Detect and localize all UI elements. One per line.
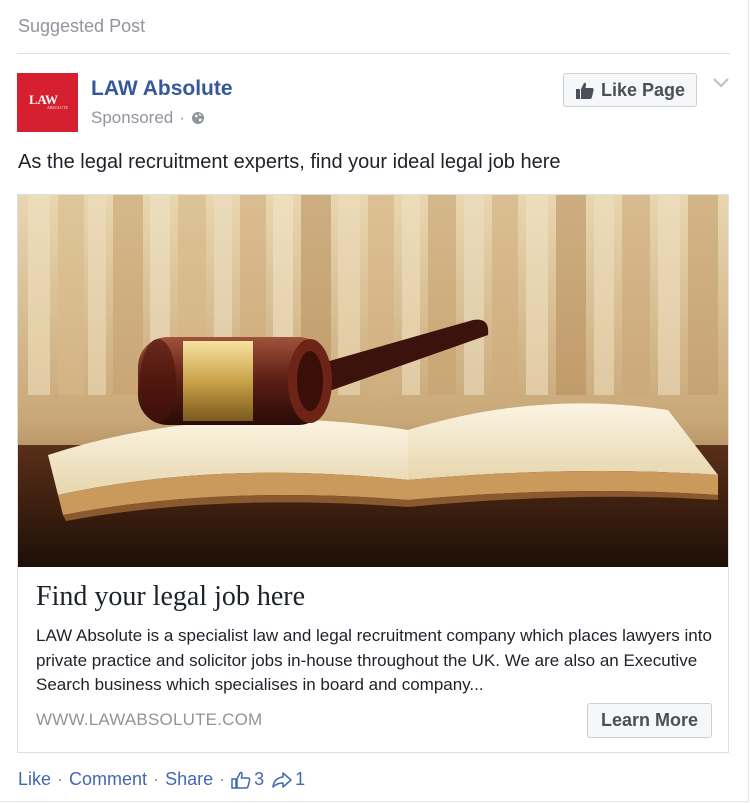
globe-icon xyxy=(191,112,204,124)
sponsored-separator: · xyxy=(179,108,185,127)
page-avatar[interactable]: LAW ABSOLUTE xyxy=(17,73,78,132)
like-count-icon xyxy=(231,771,251,789)
shares-count-link[interactable]: 1 xyxy=(272,769,305,790)
likes-count-link[interactable]: 3 xyxy=(231,769,264,790)
action-separator: · xyxy=(153,769,160,789)
logo-subtext: ABSOLUTE xyxy=(47,105,68,110)
header-divider xyxy=(17,53,730,54)
suggested-post-card: Suggested Post LAW ABSOLUTE LAW Absolute… xyxy=(0,0,749,802)
ad-headline[interactable]: Find your legal job here xyxy=(36,581,305,613)
share-action[interactable]: Share xyxy=(165,769,213,790)
ad-image[interactable] xyxy=(18,195,728,567)
gavel-book-image xyxy=(18,195,728,567)
post-text: As the legal recruitment experts, find y… xyxy=(18,151,561,173)
like-page-label: Like Page xyxy=(601,79,686,100)
action-separator: · xyxy=(57,769,64,789)
ad-attachment[interactable]: Find your legal job here LAW Absolute is… xyxy=(17,194,729,753)
comment-action[interactable]: Comment xyxy=(69,769,147,790)
sponsored-line: Sponsored · xyxy=(91,108,205,128)
chevron-down-icon[interactable] xyxy=(712,77,730,89)
sponsored-label[interactable]: Sponsored xyxy=(91,108,173,128)
likes-count: 3 xyxy=(254,769,265,789)
action-separator: · xyxy=(219,769,226,789)
learn-more-button[interactable]: Learn More xyxy=(587,703,712,738)
like-page-button[interactable]: Like Page xyxy=(563,73,697,107)
share-count-icon xyxy=(272,771,292,788)
like-action[interactable]: Like xyxy=(18,769,51,790)
shares-count: 1 xyxy=(295,769,306,789)
ad-display-url[interactable]: WWW.LAWABSOLUTE.COM xyxy=(36,710,262,730)
page-name-link[interactable]: LAW Absolute xyxy=(91,77,233,101)
suggested-post-label: Suggested Post xyxy=(18,16,146,36)
thumbs-up-icon xyxy=(576,82,594,99)
post-actions: Like · Comment · Share · 3 1 xyxy=(18,769,305,790)
ad-description: LAW Absolute is a specialist law and leg… xyxy=(36,626,712,694)
